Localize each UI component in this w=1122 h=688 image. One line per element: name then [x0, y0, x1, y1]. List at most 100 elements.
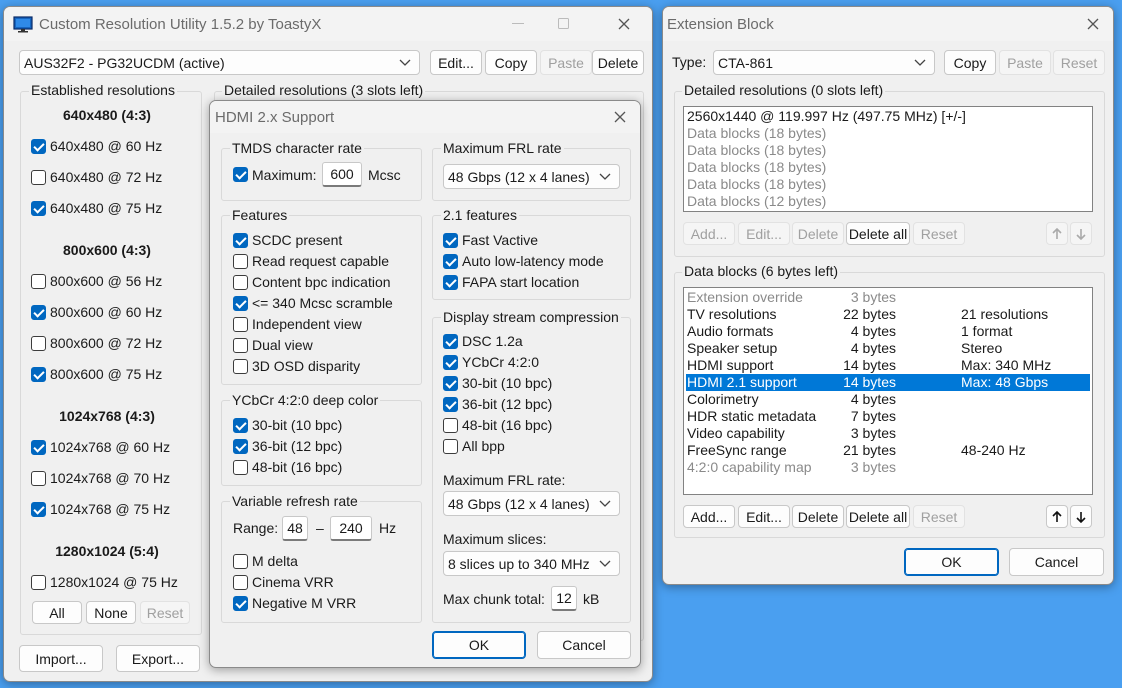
- tmds-maximum-checkbox[interactable]: [233, 167, 248, 182]
- ext-detailed-list[interactable]: 2560x1440 @ 119.997 Hz (497.75 MHz) [+/-…: [683, 106, 1093, 212]
- ext-paste-button[interactable]: Paste: [999, 50, 1051, 75]
- ext-titlebar[interactable]: Extension Block: [663, 7, 1113, 41]
- option-checkbox[interactable]: [443, 233, 458, 248]
- option-checkbox[interactable]: [233, 359, 248, 374]
- data-block-row[interactable]: Extension override 3 bytes: [686, 289, 1090, 306]
- resolution-checkbox[interactable]: [31, 367, 46, 382]
- option-checkbox[interactable]: [233, 254, 248, 269]
- option-checkbox[interactable]: [233, 460, 248, 475]
- close-button[interactable]: [602, 7, 646, 41]
- option-checkbox[interactable]: [233, 233, 248, 248]
- detailed-resolution-row[interactable]: Data blocks (18 bytes): [686, 176, 1090, 193]
- det-move-up-button[interactable]: [1046, 222, 1068, 245]
- option-checkbox[interactable]: [233, 554, 248, 569]
- option-checkbox[interactable]: [443, 397, 458, 412]
- data-block-row[interactable]: Video capability 3 bytes: [686, 425, 1090, 442]
- all-button[interactable]: All: [32, 601, 82, 624]
- copy-monitor-button[interactable]: Copy: [485, 50, 537, 75]
- blk-move-up-button[interactable]: [1046, 505, 1068, 528]
- resolution-checkbox[interactable]: [31, 201, 46, 216]
- option-checkbox[interactable]: [443, 355, 458, 370]
- data-block-row[interactable]: Colorimetry 4 bytes: [686, 391, 1090, 408]
- blk-reset-button[interactable]: Reset: [913, 505, 965, 528]
- hdmi-cancel-button[interactable]: Cancel: [537, 631, 631, 659]
- option-checkbox[interactable]: [233, 338, 248, 353]
- blk-move-down-button[interactable]: [1070, 505, 1092, 528]
- ext-ok-button[interactable]: OK: [904, 548, 999, 576]
- blk-edit-button[interactable]: Edit...: [738, 505, 790, 528]
- ext-copy-button[interactable]: Copy: [944, 50, 996, 75]
- resolution-checkbox[interactable]: [31, 502, 46, 517]
- data-block-row[interactable]: Audio formats 4 bytes 1 format: [686, 323, 1090, 340]
- data-block-row[interactable]: HDR static metadata 7 bytes: [686, 408, 1090, 425]
- data-block-row[interactable]: HDMI support 14 bytes Max: 340 MHz: [686, 357, 1090, 374]
- option-checkbox[interactable]: [233, 275, 248, 290]
- frl-rate-select[interactable]: 48 Gbps (12 x 4 lanes): [443, 164, 620, 189]
- data-block-row[interactable]: Speaker setup 4 bytes Stereo: [686, 340, 1090, 357]
- resolution-checkbox[interactable]: [31, 139, 46, 154]
- detailed-resolution-row[interactable]: Data blocks (18 bytes): [686, 125, 1090, 142]
- det-delete-button[interactable]: Delete: [792, 222, 844, 245]
- det-move-down-button[interactable]: [1070, 222, 1092, 245]
- monitor-select[interactable]: AUS32F2 - PG32UCDM (active): [19, 50, 420, 75]
- data-block-row[interactable]: 4:2:0 capability map 3 bytes: [686, 459, 1090, 476]
- detailed-resolution-row[interactable]: Data blocks (12 bytes): [686, 193, 1090, 210]
- ext-reset-button[interactable]: Reset: [1053, 50, 1105, 75]
- none-button[interactable]: None: [86, 601, 136, 624]
- resolution-checkbox[interactable]: [31, 336, 46, 351]
- range-min-input[interactable]: 48: [282, 516, 308, 541]
- ext-cancel-button[interactable]: Cancel: [1009, 548, 1104, 576]
- detailed-resolution-row[interactable]: 2560x1440 @ 119.997 Hz (497.75 MHz) [+/-…: [686, 108, 1090, 125]
- det-reset-button[interactable]: Reset: [913, 222, 965, 245]
- blk-delete-all-button[interactable]: Delete all: [846, 505, 910, 528]
- data-block-row[interactable]: FreeSync range 21 bytes 48-240 Hz: [686, 442, 1090, 459]
- slices-select[interactable]: 8 slices up to 340 MHz: [443, 551, 620, 576]
- detailed-resolution-row[interactable]: Data blocks (18 bytes): [686, 159, 1090, 176]
- tmds-maximum-input[interactable]: 600: [322, 162, 362, 187]
- hdmi-close-button[interactable]: [598, 101, 640, 133]
- chunk-input[interactable]: 12: [551, 586, 577, 611]
- maximize-button[interactable]: [542, 7, 586, 41]
- minimize-button[interactable]: [496, 7, 540, 41]
- blk-delete-button[interactable]: Delete: [792, 505, 844, 528]
- option-checkbox[interactable]: [443, 376, 458, 391]
- resolution-checkbox[interactable]: [31, 471, 46, 486]
- reset-established-button[interactable]: Reset: [140, 601, 190, 624]
- resolution-checkbox[interactable]: [31, 274, 46, 289]
- resolution-checkbox[interactable]: [31, 575, 46, 590]
- option-checkbox[interactable]: [443, 254, 458, 269]
- resolution-checkbox[interactable]: [31, 305, 46, 320]
- option-checkbox[interactable]: [233, 418, 248, 433]
- detailed-resolution-row[interactable]: Data blocks (18 bytes): [686, 142, 1090, 159]
- range-max-input[interactable]: 240: [330, 516, 372, 541]
- dsc-frl-rate-select[interactable]: 48 Gbps (12 x 4 lanes): [443, 491, 620, 516]
- data-block-row[interactable]: HDMI 2.1 support 14 bytes Max: 48 Gbps: [686, 374, 1090, 391]
- option-checkbox[interactable]: [233, 317, 248, 332]
- resolution-checkbox[interactable]: [31, 440, 46, 455]
- hdmi-titlebar[interactable]: HDMI 2.x Support: [210, 101, 640, 133]
- option-checkbox[interactable]: [443, 418, 458, 433]
- paste-monitor-button[interactable]: Paste: [540, 50, 592, 75]
- delete-monitor-button[interactable]: Delete: [592, 50, 644, 75]
- option-checkbox[interactable]: [443, 439, 458, 454]
- option-checkbox[interactable]: [233, 439, 248, 454]
- resolution-checkbox[interactable]: [31, 170, 46, 185]
- export-button[interactable]: Export...: [116, 645, 200, 672]
- det-delete-all-button[interactable]: Delete all: [846, 222, 910, 245]
- option-checkbox[interactable]: [233, 596, 248, 611]
- det-add-button[interactable]: Add...: [683, 222, 735, 245]
- import-button[interactable]: Import...: [19, 645, 103, 672]
- option-checkbox[interactable]: [233, 575, 248, 590]
- blk-add-button[interactable]: Add...: [683, 505, 735, 528]
- edit-monitor-button[interactable]: Edit...: [430, 50, 482, 75]
- data-blocks-list[interactable]: Extension override 3 bytes TV resolutions 2…: [683, 287, 1093, 495]
- option-checkbox[interactable]: [233, 296, 248, 311]
- ext-close-button[interactable]: [1071, 7, 1113, 41]
- det-edit-button[interactable]: Edit...: [738, 222, 790, 245]
- hdmi-ok-button[interactable]: OK: [432, 631, 526, 659]
- option-checkbox[interactable]: [443, 275, 458, 290]
- cru-titlebar[interactable]: Custom Resolution Utility 1.5.2 by Toast…: [4, 7, 652, 41]
- option-checkbox[interactable]: [443, 334, 458, 349]
- data-block-row[interactable]: TV resolutions 22 bytes 21 resolutions: [686, 306, 1090, 323]
- type-select[interactable]: CTA-861: [713, 50, 935, 75]
